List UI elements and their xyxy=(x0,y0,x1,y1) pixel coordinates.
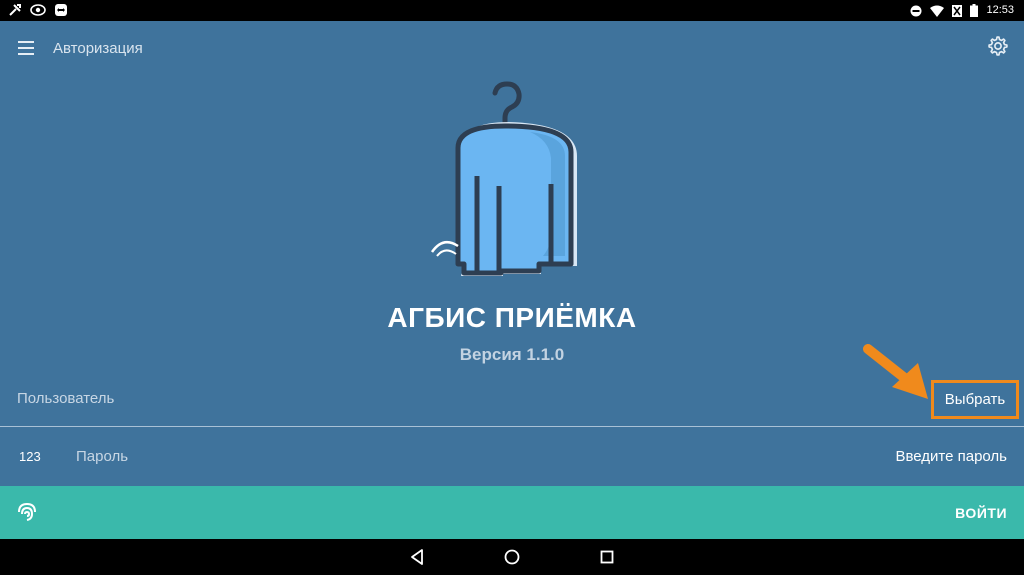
select-user-button[interactable]: Выбрать xyxy=(931,380,1019,419)
password-prefix: 123 xyxy=(19,449,41,464)
recents-icon[interactable] xyxy=(598,548,616,566)
status-bar: 12:53 xyxy=(0,0,1024,21)
do-not-disturb-icon xyxy=(910,5,922,16)
user-label: Пользователь xyxy=(17,390,115,407)
navigation-bar xyxy=(0,539,1024,575)
status-right-icons: 12:53 xyxy=(910,3,1014,18)
app-name-title: АГБИС ПРИЁМКА xyxy=(387,302,637,333)
login-button[interactable]: ВОЙТИ xyxy=(0,486,1024,539)
home-icon[interactable] xyxy=(503,548,521,566)
toolbar: Авторизация xyxy=(0,21,1024,75)
fingerprint-icon[interactable] xyxy=(16,502,38,524)
eye-icon xyxy=(30,4,46,16)
battery-icon xyxy=(970,4,979,17)
status-left-icons xyxy=(8,3,68,17)
wifi-icon xyxy=(930,5,945,17)
gear-icon[interactable] xyxy=(987,35,1009,57)
tools-icon xyxy=(9,4,21,16)
password-label: Пароль xyxy=(76,448,129,465)
status-time: 12:53 xyxy=(986,4,1014,16)
user-row: Пользователь Выбрать xyxy=(0,377,1024,427)
password-row: 123 Пароль xyxy=(0,427,1024,486)
toolbar-title: Авторизация xyxy=(53,40,143,57)
no-sim-icon xyxy=(952,4,963,17)
hamburger-menu-icon[interactable] xyxy=(18,41,36,55)
password-field[interactable] xyxy=(707,448,1007,465)
back-icon[interactable] xyxy=(408,548,426,566)
app-logo-coat-icon xyxy=(430,81,577,276)
login-label: ВОЙТИ xyxy=(955,505,1007,521)
teamviewer-icon xyxy=(55,4,67,16)
app-screen: Авторизация АГБИС ПРИЁМКА Версия 1.1.0 П… xyxy=(0,21,1024,539)
